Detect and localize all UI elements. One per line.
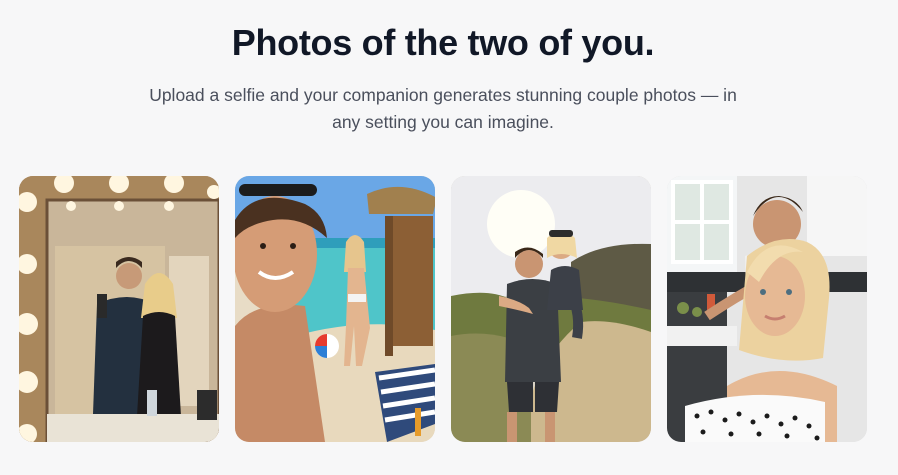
beach-photo bbox=[235, 176, 435, 442]
subtitle-line-1: Upload a selfie and your companion gener… bbox=[149, 85, 737, 105]
mirror-selfie-photo bbox=[19, 176, 219, 442]
kitchen-photo bbox=[667, 176, 867, 442]
subtitle-line-2: any setting you can imagine. bbox=[332, 112, 554, 132]
couple-photo-gallery bbox=[19, 176, 867, 442]
photo-card-beach bbox=[235, 176, 435, 442]
page-subtitle: Upload a selfie and your companion gener… bbox=[0, 82, 886, 136]
photo-card-mirror-selfie bbox=[19, 176, 219, 442]
page-title: Photos of the two of you. bbox=[231, 22, 655, 63]
photo-card-kitchen bbox=[667, 176, 867, 442]
hiking-photo bbox=[451, 176, 651, 442]
photo-card-hiking bbox=[451, 176, 651, 442]
